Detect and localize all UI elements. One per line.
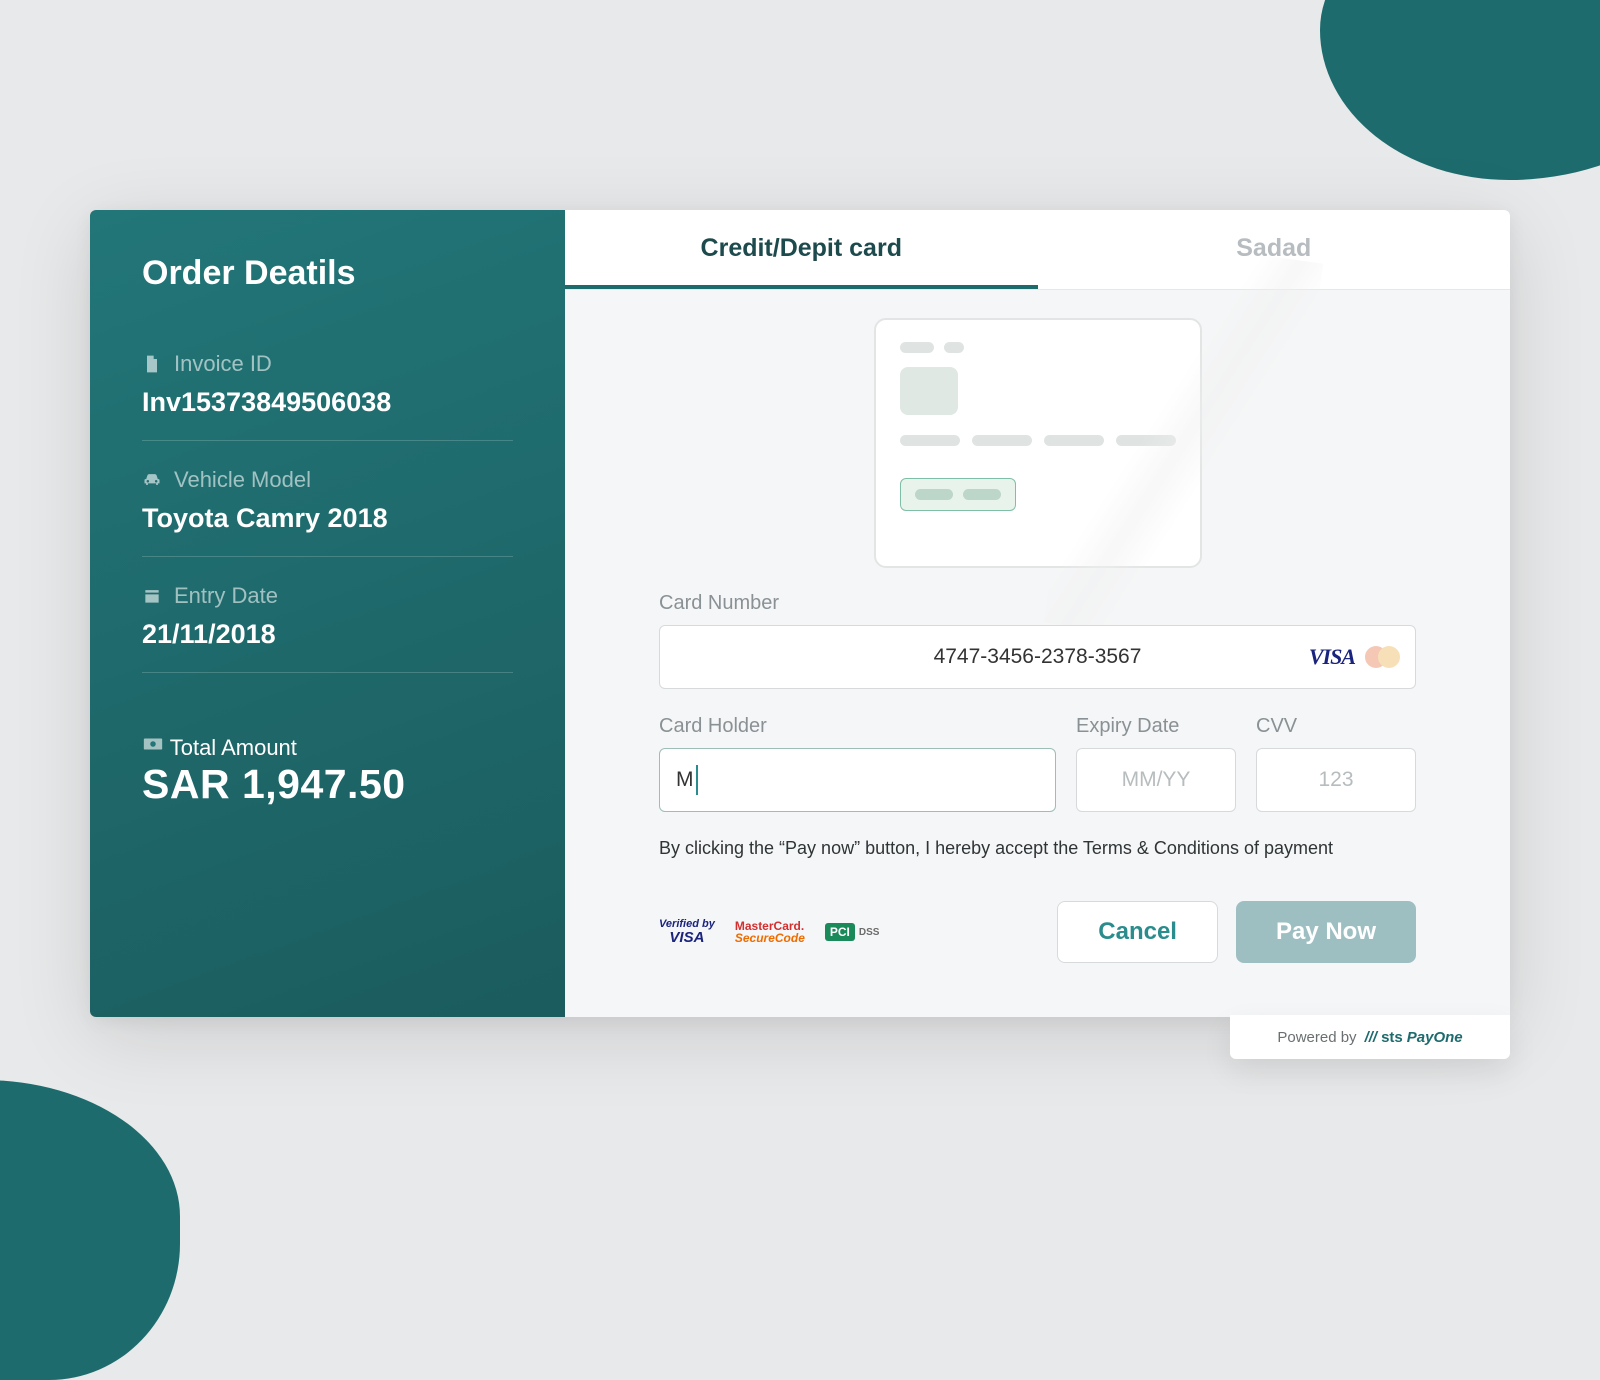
decor-blob-bottom-left xyxy=(0,1080,180,1380)
terms-disclaimer: By clicking the “Pay now” button, I here… xyxy=(659,838,1416,859)
detail-total: Total Amount SAR 1,947.50 xyxy=(142,733,513,808)
vehicle-value: Toyota Camry 2018 xyxy=(142,503,513,534)
mastercard-securecode-icon: MasterCard. SecureCode xyxy=(735,920,805,944)
payment-panel: Credit/Depit card Sadad Card Number VISA xyxy=(565,210,1510,1017)
cvv-input[interactable] xyxy=(1256,748,1416,812)
total-value: SAR 1,947.50 xyxy=(142,761,513,808)
checkout-card: Order Deatils Invoice ID Inv153738495060… xyxy=(90,210,1510,1017)
cancel-button[interactable]: Cancel xyxy=(1057,901,1218,963)
card-holder-input[interactable]: M xyxy=(659,748,1056,812)
car-icon xyxy=(142,470,162,490)
invoice-value: Inv15373849506038 xyxy=(142,387,513,418)
payment-tabs: Credit/Depit card Sadad xyxy=(565,210,1510,290)
powered-by-badge: Powered by /// sts PayOne xyxy=(1230,1015,1510,1059)
date-value: 21/11/2018 xyxy=(142,619,513,650)
pci-dss-icon: PCI DSS xyxy=(825,923,880,941)
card-number-input[interactable] xyxy=(659,625,1416,689)
invoice-label: Invoice ID xyxy=(174,351,272,377)
date-label: Entry Date xyxy=(174,583,278,609)
detail-invoice: Invoice ID Inv15373849506038 xyxy=(142,351,513,441)
expiry-label: Expiry Date xyxy=(1076,715,1236,738)
verified-by-visa-icon: Verified by VISA xyxy=(659,919,715,945)
form-area: Card Number VISA Card Holder M Expir xyxy=(565,290,1510,1017)
order-details-panel: Order Deatils Invoice ID Inv153738495060… xyxy=(90,210,565,1017)
document-icon xyxy=(142,354,162,374)
detail-date: Entry Date 21/11/2018 xyxy=(142,583,513,673)
card-number-label: Card Number xyxy=(659,592,1416,615)
card-holder-value: M xyxy=(676,768,694,792)
calendar-icon xyxy=(142,586,162,606)
powered-by-label: Powered by xyxy=(1277,1029,1356,1046)
card-brand-icons: VISA xyxy=(1309,644,1400,670)
tab-credit-card[interactable]: Credit/Depit card xyxy=(565,210,1038,289)
order-title: Order Deatils xyxy=(142,254,513,293)
decor-blob-top-right xyxy=(1320,0,1600,180)
detail-vehicle: Vehicle Model Toyota Camry 2018 xyxy=(142,467,513,557)
sts-payone-logo-icon: /// sts PayOne xyxy=(1365,1029,1463,1046)
card-preview-graphic xyxy=(874,318,1202,568)
pay-now-button[interactable]: Pay Now xyxy=(1236,901,1416,963)
expiry-input[interactable] xyxy=(1076,748,1236,812)
card-number-wrap: VISA xyxy=(659,625,1416,689)
total-label: Total Amount xyxy=(170,735,297,760)
cert-badges: Verified by VISA MasterCard. SecureCode … xyxy=(659,919,879,945)
visa-icon: VISA xyxy=(1309,644,1355,670)
cvv-label: CVV xyxy=(1256,715,1416,738)
mastercard-icon xyxy=(1365,646,1400,668)
vehicle-label: Vehicle Model xyxy=(174,467,311,493)
card-holder-label: Card Holder xyxy=(659,715,1056,738)
text-caret-icon xyxy=(696,765,698,795)
money-icon xyxy=(142,735,170,760)
